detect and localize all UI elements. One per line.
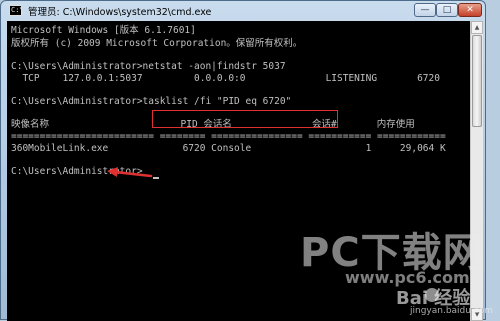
scrollbar-thumb[interactable]: [472, 35, 482, 127]
window-title: 管理员: C:\Windows\system32\cmd.exe: [28, 7, 212, 18]
console-line-version: Microsoft Windows [版本 6.1.7601]: [11, 25, 196, 36]
watermark-baidu-url: jingyan.baidu.com: [410, 306, 494, 316]
console-line-table-separator: ========================= ======== =====…: [11, 131, 446, 142]
console-line-netstat-command: C:\Users\Administrator>netstat -aon|find…: [11, 61, 286, 72]
console-line-netstat-result: TCP 127.0.0.1:5037 0.0.0.0:0 LISTENING 6…: [11, 73, 440, 84]
title-bar[interactable]: C:\ 管理员: C:\Windows\system32\cmd.exe — □…: [1, 1, 485, 21]
command-highlight-box: [152, 110, 338, 128]
maximize-icon[interactable]: □: [436, 3, 458, 17]
scroll-up-icon[interactable]: ▲: [471, 21, 483, 34]
text-cursor: [153, 177, 159, 179]
console-line-table-row: 360MobileLink.exe 6720 Console 1 29,064 …: [11, 143, 446, 154]
minimize-icon[interactable]: —: [414, 3, 436, 17]
console-line-tasklist-command: C:\Users\Administrator>tasklist /fi "PID…: [11, 96, 292, 107]
console-line-copyright: 版权所有 (c) 2009 Microsoft Corporation。保留所有…: [11, 38, 303, 49]
close-icon[interactable]: ✕: [458, 3, 482, 17]
cmd-icon: C:\: [9, 5, 24, 16]
arrow-left-icon: [107, 167, 153, 178]
